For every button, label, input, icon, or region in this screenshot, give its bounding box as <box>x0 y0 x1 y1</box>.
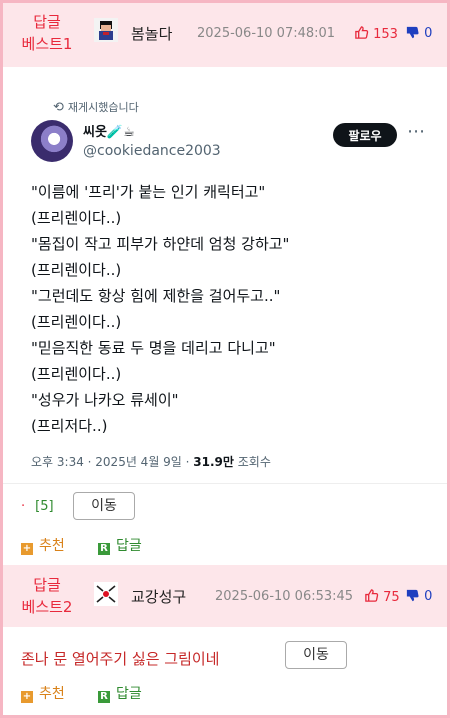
follow-button[interactable]: 팔로우 <box>333 123 397 147</box>
tweet-line: "그런데도 항상 힘에 제한을 걸어두고.." <box>31 287 281 305</box>
comment-section: 답글 베스트1 봄놀다 2025-06-10 07:48:01 153 0 ⟲ … <box>0 0 450 718</box>
tweet-line: "몸집이 작고 피부가 하얀데 엄청 강하고" <box>31 235 290 253</box>
avatar <box>94 582 118 606</box>
tweet-line: (프리렌이다..) <box>31 313 122 331</box>
thumbs-down-icon <box>406 589 419 602</box>
move-button[interactable]: 이동 <box>285 641 347 669</box>
upvote-count: 75 <box>383 590 400 605</box>
tweet-line: (프리렌이다..) <box>31 365 122 383</box>
tweet-line: (프리저다..) <box>31 417 108 435</box>
tweet-views-label: 조회수 <box>233 455 271 469</box>
downvote-button[interactable]: 0 <box>405 25 432 41</box>
tweet-avatar[interactable] <box>31 120 73 162</box>
tweet-meta: 오후 3:34 · 2025년 4월 9일 · 31.9만 조회수 <box>31 453 271 470</box>
author-nickname[interactable]: 봄놀다 <box>131 23 172 44</box>
best-badge: 답글 베스트1 <box>3 11 91 55</box>
plus-icon: + <box>21 691 33 703</box>
best-badge: 답글 베스트2 <box>3 574 91 618</box>
tweet-line: "이름에 '프리'가 붙는 인기 캐릭터고" <box>31 183 266 201</box>
recommend-button[interactable]: + 추천 <box>21 683 65 703</box>
reply-button[interactable]: R 답글 <box>98 535 142 555</box>
embedded-tweet: ⟲ 재게시했습니다 씨옷🧪☕ @cookiedance2003 팔로우 ⋯ "이름… <box>3 73 447 484</box>
downvote-count: 0 <box>424 26 433 41</box>
retweet-label: ⟲ 재게시했습니다 <box>53 100 139 115</box>
tweet-author-name[interactable]: 씨옷🧪☕ <box>83 121 135 140</box>
avatar <box>94 18 118 42</box>
thumbs-up-icon <box>355 26 369 39</box>
comment-date: 2025-06-10 06:53:45 <box>215 589 354 604</box>
downvote-button[interactable]: 0 <box>405 588 432 604</box>
best-label-bottom: 베스트2 <box>21 598 73 616</box>
upvote-button[interactable]: 153 <box>354 25 398 42</box>
best-reply-header: 답글 베스트1 봄놀다 2025-06-10 07:48:01 153 0 <box>3 3 447 67</box>
tweet-timestamp[interactable]: 오후 3:34 · 2025년 4월 9일 · <box>31 455 193 469</box>
bullet-icon: · <box>21 499 26 514</box>
tweet-author-handle[interactable]: @cookiedance2003 <box>83 143 221 159</box>
best-reply-header: 답글 베스트2 교강성구 2025-06-10 06:53:45 75 0 <box>3 565 447 627</box>
retweet-icon: ⟲ <box>53 100 64 115</box>
best-label-top: 답글 <box>33 13 61 31</box>
move-button[interactable]: 이동 <box>73 492 135 520</box>
downvote-count: 0 <box>424 589 433 604</box>
tweet-line: (프리렌이다..) <box>31 261 122 279</box>
upvote-button[interactable]: 75 <box>364 588 400 605</box>
best-label-top: 답글 <box>33 576 61 594</box>
reply-icon: R <box>98 543 110 555</box>
thumbs-up-icon <box>365 589 379 602</box>
tweet-views: 31.9만 <box>193 455 234 469</box>
upvote-count: 153 <box>373 27 398 42</box>
reply-count[interactable]: · [5] <box>21 499 54 514</box>
tweet-body: "이름에 '프리'가 붙는 인기 캐릭터고" (프리렌이다..) "몸집이 작고… <box>31 179 431 439</box>
tweet-line: (프리렌이다..) <box>31 209 122 227</box>
more-options-icon[interactable]: ⋯ <box>407 121 425 142</box>
tweet-line: "성우가 나카오 류세이" <box>31 391 179 409</box>
plus-icon: + <box>21 543 33 555</box>
tweet-line: "믿음직한 동료 두 명을 데리고 다니고" <box>31 339 276 357</box>
reply-button[interactable]: R 답글 <box>98 683 142 703</box>
recommend-button[interactable]: + 추천 <box>21 535 65 555</box>
author-nickname[interactable]: 교강성구 <box>131 586 186 607</box>
reply-icon: R <box>98 691 110 703</box>
comment-text: 존나 문 열어주기 싫은 그림이네 <box>21 650 220 668</box>
thumbs-down-icon <box>406 26 419 39</box>
best-label-bottom: 베스트1 <box>21 35 73 53</box>
comment-date: 2025-06-10 07:48:01 <box>197 26 336 41</box>
